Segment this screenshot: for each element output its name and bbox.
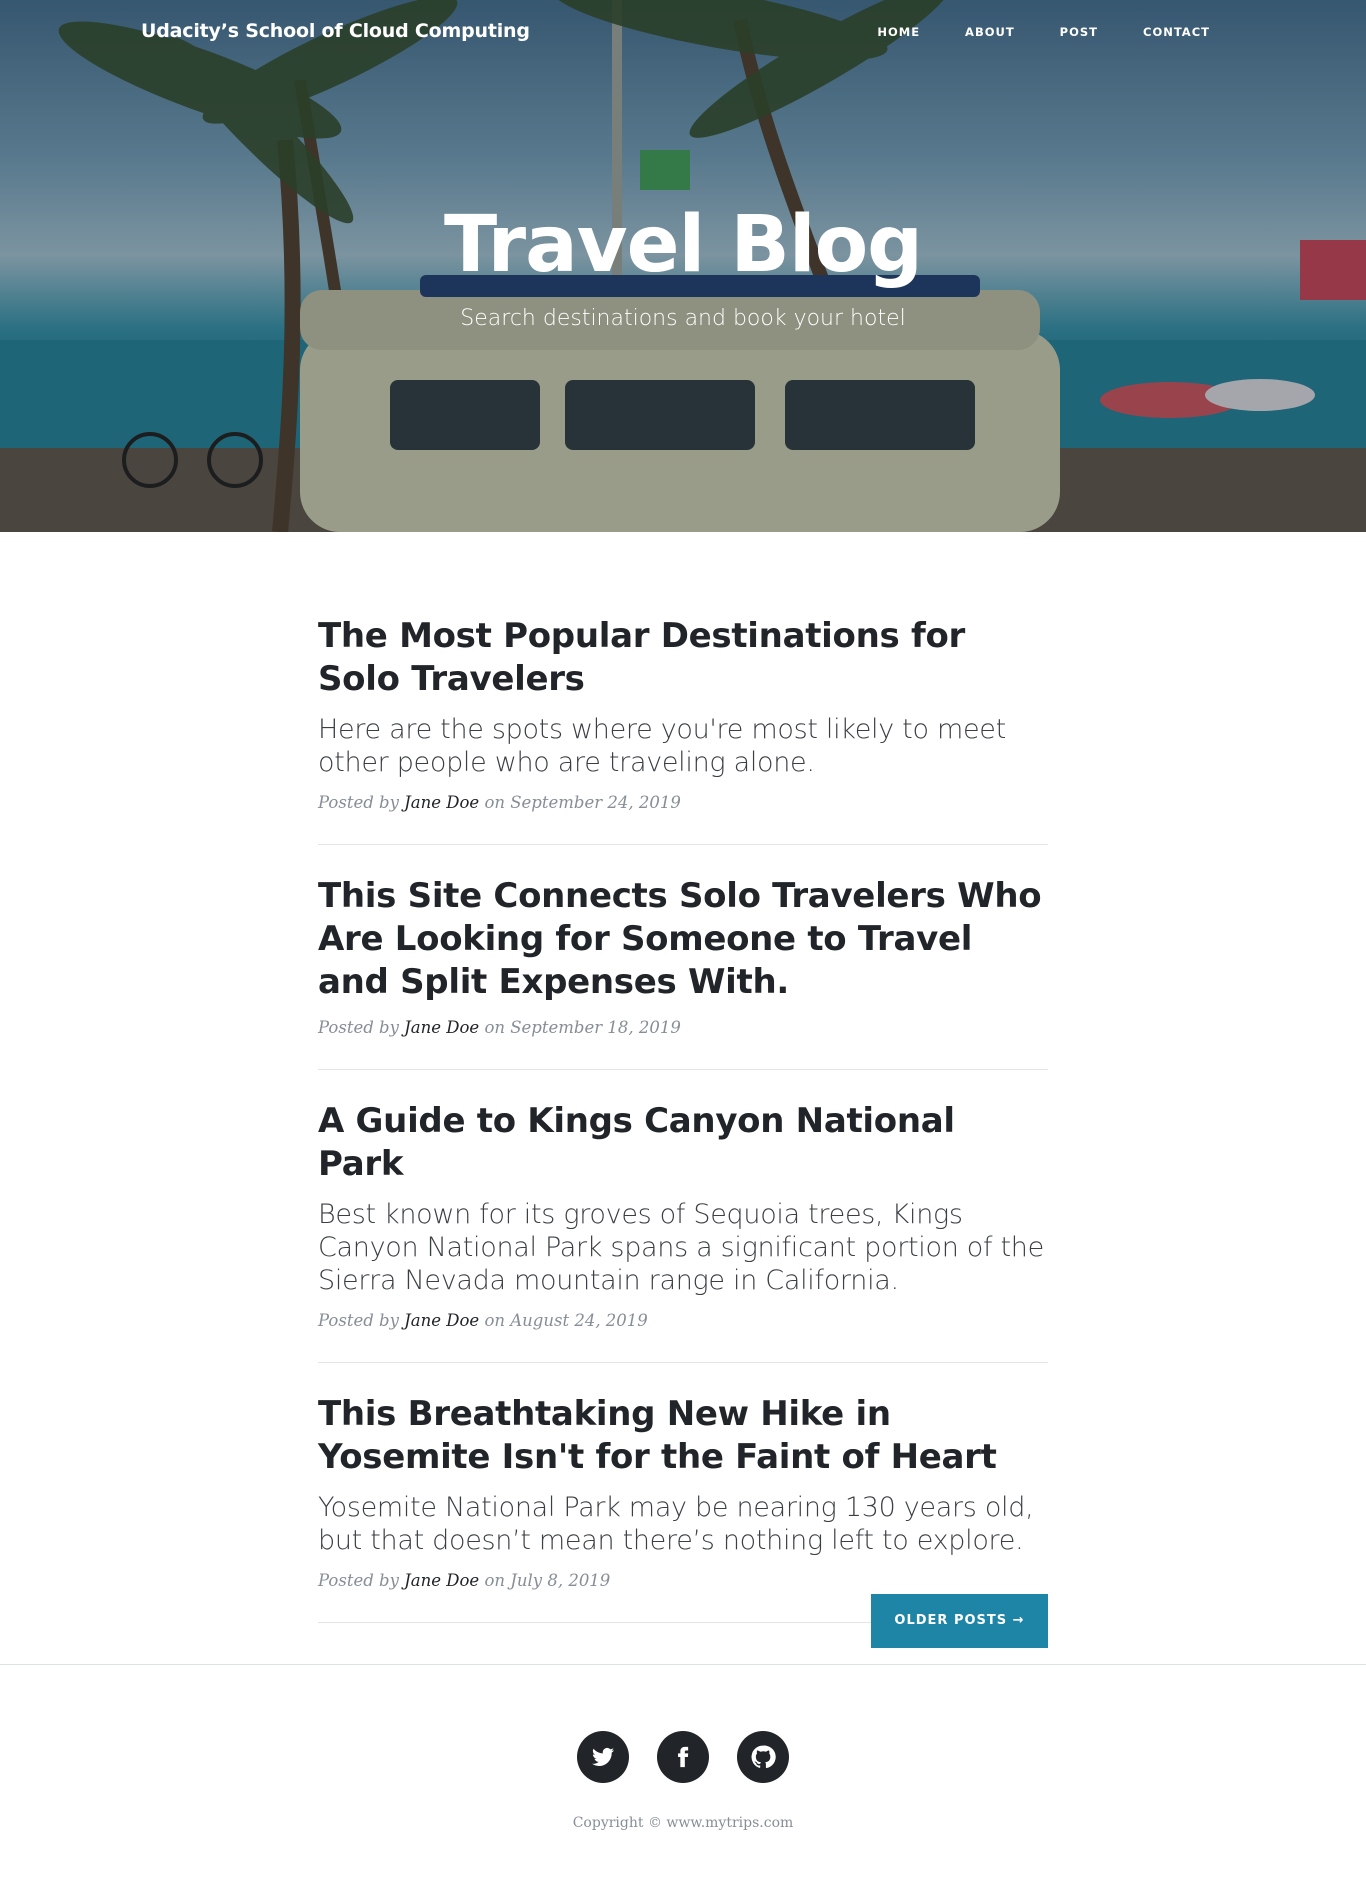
post-preview: The Most Popular Destinations for Solo T… bbox=[318, 600, 1048, 845]
nav-link-about[interactable]: About bbox=[920, 25, 1015, 39]
post-meta: Posted by Jane Doe on September 24, 2019 bbox=[318, 793, 1048, 812]
post-meta-prefix: Posted by bbox=[318, 1018, 399, 1037]
post-date: on September 24, 2019 bbox=[484, 793, 681, 812]
post-title[interactable]: The Most Popular Destinations for Solo T… bbox=[318, 615, 1048, 701]
post-preview: This Site Connects Solo Travelers Who Ar… bbox=[318, 845, 1048, 1070]
post-date: on August 24, 2019 bbox=[484, 1311, 648, 1330]
post-list: The Most Popular Destinations for Solo T… bbox=[318, 600, 1048, 1623]
post-subtitle[interactable]: Yosemite National Park may be nearing 13… bbox=[318, 1491, 1048, 1557]
github-icon bbox=[751, 1745, 776, 1769]
post-subtitle[interactable]: Here are the spots where you're most lik… bbox=[318, 713, 1048, 779]
post-author-link[interactable]: Jane Doe bbox=[404, 1571, 479, 1590]
twitter-icon bbox=[592, 1747, 614, 1766]
pager: Older Posts → bbox=[871, 1594, 1048, 1648]
twitter-link[interactable] bbox=[577, 1731, 629, 1783]
post-meta-prefix: Posted by bbox=[318, 793, 399, 812]
post-author-link[interactable]: Jane Doe bbox=[404, 1311, 479, 1330]
facebook-link[interactable] bbox=[657, 1731, 709, 1783]
main-nav: Udacity’s School of Cloud Computing Home… bbox=[0, 0, 1366, 66]
post-meta-prefix: Posted by bbox=[318, 1571, 399, 1590]
nav-links: Home About Post Contact bbox=[832, 25, 1210, 39]
post-subtitle[interactable]: Best known for its groves of Sequoia tre… bbox=[318, 1198, 1048, 1297]
post-title[interactable]: This Breathtaking New Hike in Yosemite I… bbox=[318, 1393, 1048, 1479]
social-links bbox=[577, 1731, 789, 1783]
post-title[interactable]: This Site Connects Solo Travelers Who Ar… bbox=[318, 875, 1048, 1004]
post-author-link[interactable]: Jane Doe bbox=[404, 1018, 479, 1037]
post-title[interactable]: A Guide to Kings Canyon National Park bbox=[318, 1100, 1048, 1186]
masthead: Udacity’s School of Cloud Computing Home… bbox=[0, 0, 1366, 532]
post-preview: This Breathtaking New Hike in Yosemite I… bbox=[318, 1363, 1048, 1623]
github-link[interactable] bbox=[737, 1731, 789, 1783]
post-preview: A Guide to Kings Canyon National Park Be… bbox=[318, 1070, 1048, 1363]
post-date: on July 8, 2019 bbox=[484, 1571, 611, 1590]
page-title: Travel Blog bbox=[444, 200, 923, 290]
nav-link-contact[interactable]: Contact bbox=[1098, 25, 1210, 39]
footer-divider bbox=[0, 1664, 1366, 1665]
post-meta: Posted by Jane Doe on July 8, 2019 bbox=[318, 1571, 1048, 1590]
post-meta-prefix: Posted by bbox=[318, 1311, 399, 1330]
older-posts-button[interactable]: Older Posts → bbox=[871, 1594, 1048, 1648]
post-meta: Posted by Jane Doe on September 18, 2019 bbox=[318, 1018, 1048, 1037]
page-subtitle: Search destinations and book your hotel bbox=[460, 306, 906, 331]
nav-link-post[interactable]: Post bbox=[1015, 25, 1098, 39]
nav-link-home[interactable]: Home bbox=[832, 25, 920, 39]
brand-link[interactable]: Udacity’s School of Cloud Computing bbox=[141, 20, 530, 42]
post-meta: Posted by Jane Doe on August 24, 2019 bbox=[318, 1311, 1048, 1330]
facebook-icon bbox=[678, 1746, 689, 1768]
copyright-text: Copyright © www.mytrips.com bbox=[572, 1815, 794, 1831]
post-date: on September 18, 2019 bbox=[484, 1018, 681, 1037]
post-author-link[interactable]: Jane Doe bbox=[404, 793, 479, 812]
